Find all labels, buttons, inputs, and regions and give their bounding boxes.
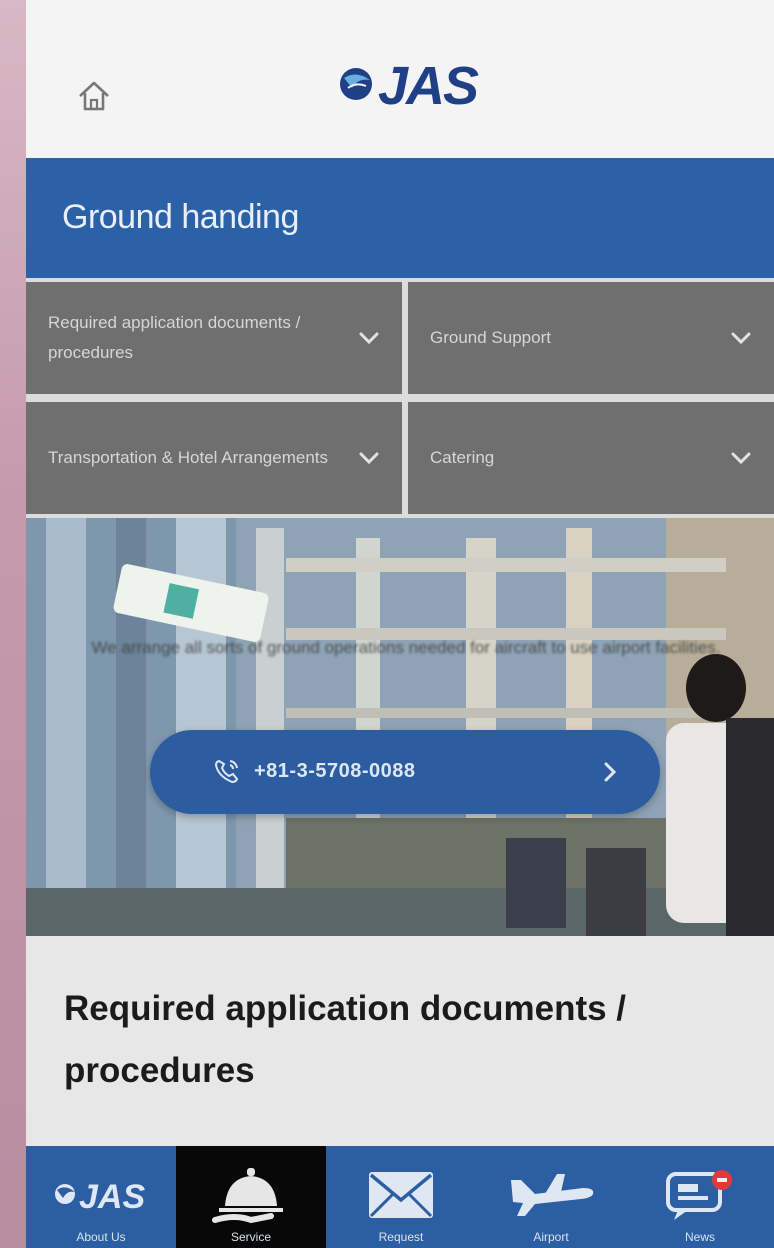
section-bar: Ground handing: [26, 158, 774, 278]
hero-banner: We arrange all sorts of ground operation…: [26, 518, 774, 936]
phone-icon: [214, 759, 239, 784]
menu-item-ground-support[interactable]: Ground Support: [408, 282, 774, 394]
jas-logo-icon: JAS: [55, 1178, 145, 1216]
tab-news[interactable]: News: [626, 1146, 774, 1248]
app-header: JAS: [26, 0, 774, 158]
menu-item-required-documents[interactable]: Required application documents / procedu…: [26, 282, 402, 394]
home-icon[interactable]: [76, 78, 112, 114]
chevron-down-icon: [359, 332, 379, 345]
tab-label: News: [684, 1230, 715, 1244]
airplane-icon: [511, 1174, 594, 1216]
tab-label: Request: [378, 1230, 424, 1244]
envelope-icon: [369, 1172, 433, 1218]
service-bell-icon: [212, 1168, 283, 1224]
menu-item-label: Required application documents / procedu…: [48, 313, 301, 362]
content-section: Required application documents / procedu…: [26, 936, 774, 1146]
bottom-tab-bar: JAS About Us Service Request Airport New…: [26, 1146, 774, 1248]
menu-grid: Required application documents / procedu…: [26, 278, 774, 518]
menu-item-catering[interactable]: Catering: [408, 402, 774, 514]
tab-logo-text: JAS: [79, 1178, 145, 1216]
device-bezel: [0, 0, 26, 1248]
menu-item-label: Transportation & Hotel Arrangements: [48, 448, 329, 467]
news-chat-icon: [666, 1170, 732, 1220]
logo-text: JAS: [378, 56, 479, 116]
tab-label: About Us: [76, 1230, 126, 1244]
tab-label: Airport: [533, 1230, 569, 1244]
tab-airport[interactable]: Airport: [476, 1146, 626, 1248]
tab-label: Service: [230, 1230, 271, 1244]
menu-item-label: Catering: [430, 448, 495, 467]
chevron-down-icon: [359, 452, 379, 465]
menu-item-transportation-hotel[interactable]: Transportation & Hotel Arrangements: [26, 402, 402, 514]
section-title: Ground handing: [62, 198, 299, 236]
call-phone-button[interactable]: +81-3-5708-0088: [150, 730, 660, 814]
menu-item-label: Ground Support: [430, 328, 551, 347]
chevron-down-icon: [731, 452, 751, 465]
chevron-right-icon: [604, 762, 617, 782]
tab-about-us[interactable]: JAS About Us: [26, 1146, 176, 1248]
airport-terminal-photo: [26, 518, 774, 936]
chevron-down-icon: [731, 332, 751, 345]
jas-logo[interactable]: JAS: [326, 48, 486, 118]
section-heading: Required application documents / procedu…: [64, 989, 627, 1090]
app-screen: JAS Ground handing Required application …: [26, 0, 774, 1248]
tab-request[interactable]: Request: [326, 1146, 476, 1248]
tab-service[interactable]: Service: [176, 1146, 326, 1248]
hero-text: We arrange all sorts of ground operation…: [91, 638, 721, 657]
phone-number: +81-3-5708-0088: [254, 760, 416, 782]
